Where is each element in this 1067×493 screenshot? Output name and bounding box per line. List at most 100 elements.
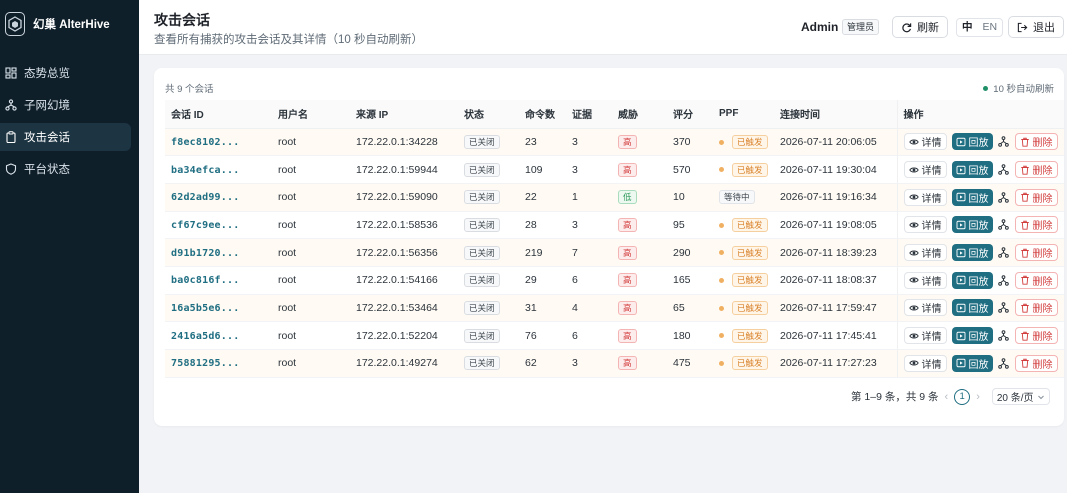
language-switch[interactable]: 中 EN [956, 18, 1004, 37]
session-id-link[interactable]: d91b1720... [171, 248, 239, 259]
column-header[interactable]: 会话 ID [165, 100, 272, 129]
delete-label: 删除 [1032, 304, 1053, 316]
logout-button[interactable]: 退出 [1008, 16, 1064, 38]
session-id-link[interactable]: 62d2ad99... [171, 192, 239, 203]
process-tree-icon[interactable] [998, 330, 1009, 341]
auto-refresh-label: 10 秒自动刷新 [993, 84, 1054, 95]
process-tree-icon[interactable] [998, 302, 1009, 314]
process-tree-button[interactable] [998, 327, 1010, 344]
process-tree-button[interactable] [998, 216, 1010, 233]
session-id-link[interactable]: cf67c9ee... [171, 220, 239, 231]
replay-button[interactable]: 回放 [951, 271, 993, 289]
replay-button[interactable]: 回放 [951, 188, 993, 206]
table-row[interactable]: f8ec8102... root 172.22.0.1:34228 已关闭 23 3 高 37… [165, 128, 1064, 157]
refresh-button[interactable]: 刷新 [892, 16, 948, 38]
process-tree-icon[interactable] [998, 191, 1009, 203]
delete-button[interactable]: 删除 [1014, 188, 1058, 206]
session-id-link[interactable]: ba0c816f... [171, 275, 239, 286]
delete-label: 删除 [1032, 166, 1053, 178]
table-row[interactable]: d91b1720... root 172.22.0.1:56356 已关闭 219 7 高 2… [165, 238, 1064, 267]
replay-button[interactable]: 回放 [951, 133, 993, 151]
session-id-link[interactable]: 2416a5d6... [171, 331, 239, 342]
column-header[interactable]: 连接时间 [774, 100, 897, 129]
replay-button[interactable]: 回放 [951, 299, 993, 317]
process-tree-icon[interactable] [998, 219, 1009, 231]
process-tree-button[interactable] [998, 161, 1010, 178]
command-count-cell: 219 [519, 238, 566, 267]
detail-label: 详情 [921, 276, 942, 288]
delete-button[interactable]: 删除 [1014, 244, 1058, 262]
lang-en[interactable]: EN [978, 19, 1003, 36]
column-header[interactable]: 用户名 [272, 100, 350, 129]
table-row[interactable]: 16a5b5e6... root 172.22.0.1:53464 已关闭 31 4 高 65… [165, 294, 1064, 323]
process-tree-button[interactable] [998, 133, 1010, 150]
column-header[interactable]: 来源 IP [350, 100, 458, 129]
detail-button[interactable]: 详情 [903, 161, 947, 179]
sessions-table: 会话 ID 用户名 来源 IP 状态 命令数 证据 威胁 评分 PPF 连接时间… [165, 100, 1064, 378]
process-tree-button[interactable] [998, 244, 1010, 261]
table-row[interactable]: 62d2ad99... root 172.22.0.1:59090 已关闭 22 1 低 10… [165, 183, 1064, 212]
next-page-icon[interactable]: › [976, 391, 980, 403]
page-number[interactable]: 1 [954, 388, 971, 405]
sidebar-item-overview[interactable]: 态势总览 [0, 59, 131, 87]
ppf-dot-icon [719, 361, 724, 367]
source-ip-cell: 172.22.0.1:53464 [350, 294, 458, 323]
detail-button[interactable]: 详情 [903, 354, 947, 372]
column-header[interactable]: PPF [713, 100, 774, 129]
brand[interactable]: 幻巢 AlterHive [5, 12, 110, 36]
delete-button[interactable]: 删除 [1014, 216, 1058, 234]
process-tree-icon[interactable] [998, 164, 1009, 175]
table-row[interactable]: ba0c816f... root 172.22.0.1:54166 已关闭 29 6 高 16… [165, 266, 1064, 295]
ppf-dot-icon [719, 333, 724, 339]
sidebar-item-subnet[interactable]: 子网幻境 [0, 91, 131, 119]
process-tree-icon[interactable] [998, 136, 1009, 148]
process-tree-icon[interactable] [998, 358, 1009, 369]
table-row[interactable]: 75881295... root 172.22.0.1:49274 已关闭 62 3 高 47… [165, 349, 1064, 378]
page-size-select[interactable]: 20 条/页 [991, 388, 1050, 405]
replay-button[interactable]: 回放 [951, 354, 993, 372]
replay-button[interactable]: 回放 [951, 327, 993, 345]
table-row[interactable]: 2416a5d6... root 172.22.0.1:52204 已关闭 76 6 高 18… [165, 321, 1064, 350]
delete-button[interactable]: 删除 [1014, 271, 1058, 289]
detail-button[interactable]: 详情 [903, 133, 947, 151]
process-tree-button[interactable] [998, 189, 1010, 206]
table-row[interactable]: cf67c9ee... root 172.22.0.1:58536 已关闭 28 3 高 95… [165, 211, 1064, 240]
table-row[interactable]: ba34efca... root 172.22.0.1:59944 已关闭 109 3 高 5… [165, 155, 1064, 184]
process-tree-icon[interactable] [998, 247, 1009, 258]
lang-zh[interactable]: 中 [957, 19, 978, 36]
delete-button[interactable]: 删除 [1014, 161, 1058, 179]
delete-button[interactable]: 删除 [1014, 299, 1058, 317]
column-header[interactable]: 威胁 [612, 100, 667, 129]
process-tree-icon[interactable] [998, 275, 1009, 286]
sidebar-item-sessions[interactable]: 攻击会话 [0, 123, 131, 151]
delete-button[interactable]: 删除 [1014, 133, 1058, 151]
evidence-count-cell: 6 [566, 266, 612, 295]
process-tree-button[interactable] [998, 272, 1010, 289]
detail-button[interactable]: 详情 [903, 188, 947, 206]
session-id-link[interactable]: 16a5b5e6... [171, 303, 239, 314]
dashboard-icon [5, 67, 17, 79]
session-id-link[interactable]: f8ec8102... [171, 137, 239, 148]
column-header[interactable]: 评分 [667, 100, 713, 129]
detail-button[interactable]: 详情 [903, 299, 947, 317]
prev-page-icon[interactable]: ‹ [945, 391, 949, 403]
process-tree-button[interactable] [998, 355, 1010, 372]
replay-button[interactable]: 回放 [951, 244, 993, 262]
session-id-link[interactable]: ba34efca... [171, 165, 239, 176]
column-header[interactable]: 命令数 [519, 100, 566, 129]
column-header[interactable]: 证据 [566, 100, 612, 129]
detail-button[interactable]: 详情 [903, 327, 947, 345]
command-count-cell: 28 [519, 211, 566, 240]
delete-button[interactable]: 删除 [1014, 354, 1058, 372]
session-id-link[interactable]: 75881295... [171, 358, 239, 369]
process-tree-button[interactable] [998, 299, 1010, 316]
column-header[interactable]: 状态 [458, 100, 519, 129]
replay-button[interactable]: 回放 [951, 216, 993, 234]
sidebar-item-platform[interactable]: 平台状态 [0, 155, 131, 183]
score-cell: 95 [667, 211, 713, 240]
delete-button[interactable]: 删除 [1014, 327, 1058, 345]
detail-button[interactable]: 详情 [903, 271, 947, 289]
detail-button[interactable]: 详情 [903, 216, 947, 234]
detail-button[interactable]: 详情 [903, 244, 947, 262]
replay-button[interactable]: 回放 [951, 161, 993, 179]
